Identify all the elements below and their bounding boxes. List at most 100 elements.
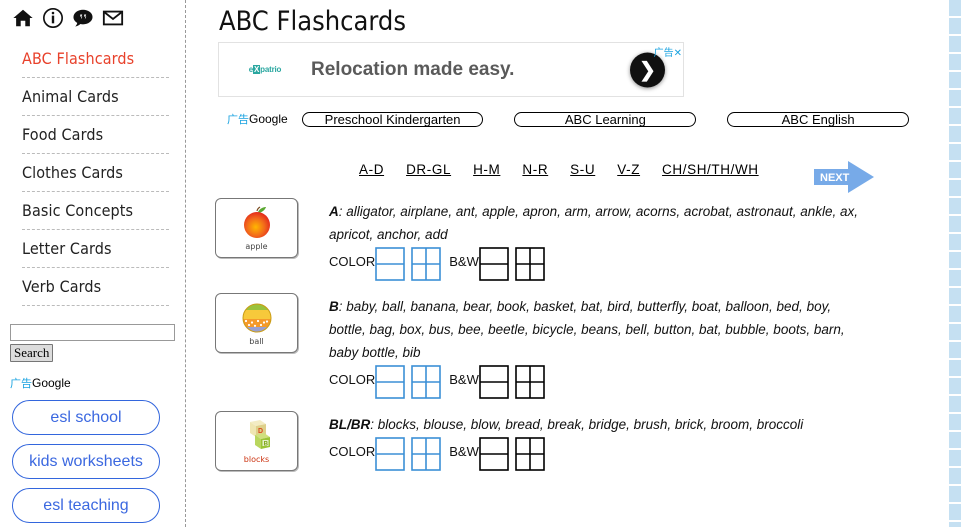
logo-post: patrio — [260, 65, 282, 74]
ads-label-brand: Google — [32, 376, 71, 390]
blocks-image: D B — [249, 420, 270, 449]
alpha-link-dr-gl[interactable]: DR-GL — [406, 162, 451, 177]
sidebar-item-clothes-cards[interactable]: Clothes Cards — [22, 154, 169, 192]
search-area: Search — [10, 324, 185, 362]
sidebar-item-animal-cards[interactable]: Animal Cards — [22, 78, 169, 116]
entry-letter: B — [329, 299, 339, 314]
color-label: COLOR — [329, 254, 376, 269]
color-4up-grid-icon[interactable] — [411, 365, 442, 399]
flashcard-thumbnail-apple[interactable]: apple — [215, 198, 298, 258]
entry-words: BL/BR: blocks, blouse, blow, bread, brea… — [329, 413, 859, 436]
google-ad-pill-abc-english[interactable]: ABC English — [727, 111, 909, 127]
right-margin-gap — [940, 0, 948, 527]
entry-words: B: baby, ball, banana, bear, book, baske… — [329, 295, 859, 364]
ad-pill-label: esl teaching — [43, 496, 129, 514]
color-2up-grid-icon[interactable] — [375, 365, 406, 399]
alpha-link-n-r[interactable]: N-R — [522, 162, 548, 177]
color-4up-grid-icon[interactable] — [411, 247, 442, 281]
banner-ad-close[interactable]: 广告✕ — [654, 44, 682, 59]
sidebar-ad-pill-kids-worksheets[interactable]: kids worksheets — [12, 444, 160, 479]
entry-row: ball B: baby, ball, banana, bear, book, … — [187, 293, 940, 399]
entry-word-list: : blocks, blouse, blow, bread, break, br… — [370, 417, 804, 432]
page-root: ABC Flashcards Animal Cards Food Cards C… — [0, 0, 961, 527]
entry-body: BL/BR: blocks, blouse, blow, bread, brea… — [329, 411, 940, 471]
sidebar-item-label: Basic Concepts — [22, 201, 134, 220]
banner-ad-headline: Relocation made easy. — [311, 58, 515, 80]
bw-2up-grid-icon[interactable] — [479, 437, 509, 471]
alphabet-nav: A-D DR-GL H-M N-R S-U V-Z CH/SH/TH/WH NE… — [187, 161, 940, 193]
bw-4up-grid-icon[interactable] — [515, 365, 545, 399]
ball-image — [242, 303, 271, 333]
page-title: ABC Flashcards — [219, 6, 406, 37]
sidebar-item-verb-cards[interactable]: Verb Cards — [22, 268, 169, 306]
alpha-link-ch-sh-th-wh[interactable]: CH/SH/TH/WH — [662, 162, 759, 177]
sidebar-item-label: ABC Flashcards — [22, 49, 135, 68]
google-ad-pill-label: Preschool Kindergarten — [324, 111, 461, 127]
alpha-link-v-z[interactable]: V-Z — [617, 162, 640, 177]
google-ads-tag-cn: 广告 — [227, 113, 249, 126]
google-ad-pill-preschool-kindergarten[interactable]: Preschool Kindergarten — [301, 111, 484, 127]
sidebar-item-abc-flashcards[interactable]: ABC Flashcards — [22, 40, 169, 78]
sidebar-item-label: Clothes Cards — [22, 163, 124, 182]
entry-letter: BL/BR — [329, 417, 371, 432]
color-2up-grid-icon[interactable] — [375, 437, 406, 471]
sidebar-item-label: Letter Cards — [22, 239, 112, 258]
entry-body: A: alligator, airplane, ant, apple, apro… — [329, 198, 940, 281]
bw-label: B&W — [449, 254, 479, 269]
sidebar-ads-label: 广告Google — [10, 375, 185, 391]
sidebar-ad-pill-esl-school[interactable]: esl school — [12, 400, 160, 435]
bw-2up-grid-icon[interactable] — [479, 247, 509, 281]
sidebar-nav: ABC Flashcards Animal Cards Food Cards C… — [0, 40, 185, 306]
entry-word-list: : baby, ball, banana, bear, book, basket… — [329, 299, 845, 360]
search-button[interactable]: Search — [10, 344, 54, 362]
comment-icon[interactable] — [72, 7, 94, 29]
sidebar: ABC Flashcards Animal Cards Food Cards C… — [0, 0, 186, 527]
home-icon[interactable] — [12, 7, 34, 29]
flashcard-thumbnail-blocks[interactable]: D B blocks — [215, 411, 298, 471]
svg-text:NEXT: NEXT — [820, 172, 850, 184]
ad-pill-label: esl school — [50, 408, 122, 426]
entry-list: apple A: alligator, airplane, ant, apple… — [187, 198, 940, 471]
apple-image — [243, 206, 270, 238]
google-ads-row: 广告Google Preschool Kindergarten ABC Lear… — [227, 111, 940, 127]
alpha-link-h-m[interactable]: H-M — [473, 162, 500, 177]
info-icon[interactable] — [42, 7, 64, 29]
banner-ad[interactable]: eXpatrio Relocation made easy. ❯ 广告✕ — [218, 42, 684, 97]
google-ad-pill-abc-learning[interactable]: ABC Learning — [514, 111, 697, 127]
google-ad-pill-label: ABC English — [781, 111, 855, 127]
sidebar-item-label: Food Cards — [22, 125, 104, 144]
bw-2up-grid-icon[interactable] — [479, 365, 509, 399]
flashcard-thumbnail-ball[interactable]: ball — [215, 293, 298, 353]
ad-close-cn-label: 广告 — [653, 48, 674, 59]
bw-label: B&W — [449, 444, 479, 459]
alpha-link-a-d[interactable]: A-D — [359, 162, 384, 177]
ad-pill-label: kids worksheets — [29, 452, 143, 470]
download-row: COLOR B&W — [329, 437, 940, 471]
sidebar-ad-pill-esl-teaching[interactable]: esl teaching — [12, 488, 160, 523]
ads-label-cn: 广告 — [10, 377, 32, 390]
sidebar-item-basic-concepts[interactable]: Basic Concepts — [22, 192, 169, 230]
chevron-right-icon: ❯ — [639, 59, 656, 81]
sidebar-item-label: Verb Cards — [22, 277, 102, 296]
alpha-link-s-u[interactable]: S-U — [570, 162, 595, 177]
bw-4up-grid-icon[interactable] — [515, 247, 545, 281]
main-content: ABC Flashcards eXpatrio Relocation made … — [187, 0, 940, 527]
sidebar-item-food-cards[interactable]: Food Cards — [22, 116, 169, 154]
color-label: COLOR — [329, 444, 376, 459]
color-2up-grid-icon[interactable] — [375, 247, 406, 281]
sidebar-item-label: Animal Cards — [22, 87, 119, 106]
search-input[interactable] — [10, 324, 175, 341]
svg-text:B: B — [263, 441, 268, 447]
mail-icon[interactable] — [102, 7, 124, 29]
bw-label: B&W — [449, 372, 479, 387]
color-4up-grid-icon[interactable] — [411, 437, 442, 471]
banner-ad-logo: eXpatrio — [219, 65, 311, 74]
bw-4up-grid-icon[interactable] — [515, 437, 545, 471]
sidebar-item-letter-cards[interactable]: Letter Cards — [22, 230, 169, 268]
google-ad-pill-label: ABC Learning — [564, 111, 646, 127]
download-row: COLOR B&W — [329, 247, 940, 281]
google-ads-tag: 广告Google — [227, 111, 288, 127]
next-button[interactable]: NEXT — [812, 158, 877, 196]
entry-row: D B blocks BL/BR: blocks, blouse, blow, … — [187, 411, 940, 471]
entry-body: B: baby, ball, banana, bear, book, baske… — [329, 293, 940, 399]
